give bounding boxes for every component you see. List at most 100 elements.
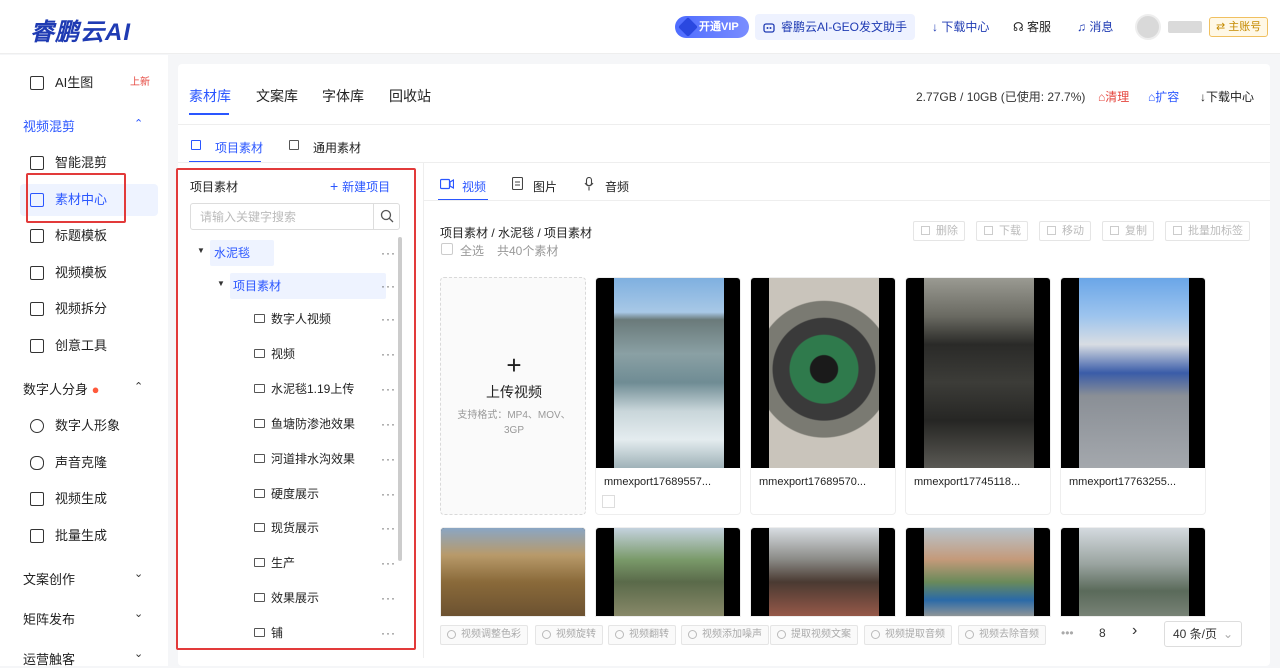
select-all-label[interactable]: 全选 (460, 242, 484, 259)
divider (178, 124, 1270, 125)
tab-common-assets[interactable]: 通用素材 (313, 139, 361, 156)
sidebar-item-digital-avatar[interactable]: 数字人形象 (0, 410, 168, 442)
clip-count-badge: 3 (602, 495, 615, 508)
tool-rotate[interactable]: 视频旋转 (535, 625, 603, 645)
video-thumbnail (1061, 278, 1205, 468)
tool-extract-copy[interactable]: 提取视频文案 (770, 625, 858, 645)
video-thumbnail (1079, 528, 1189, 616)
select-all-checkbox[interactable] (441, 243, 453, 255)
switch-icon: ⇄ (1216, 21, 1229, 33)
avatar[interactable] (1135, 14, 1161, 40)
batch-tag-button[interactable]: 批量加标签 (1165, 221, 1250, 241)
vip-button[interactable]: 开通VIP (675, 16, 749, 38)
upload-hint: 支持格式：MP4、MOV、3GP (457, 410, 571, 436)
logo[interactable]: 睿鹏云AI (30, 12, 131, 47)
message-button[interactable]: ♫ 消息 (1077, 18, 1113, 35)
sidebar-item-title-template[interactable]: 标题模板 (0, 220, 168, 252)
pager-ellipsis[interactable]: ••• (1061, 626, 1074, 640)
chevron-up-icon[interactable]: ⌃ (134, 380, 143, 393)
sidebar-item-video-gen[interactable]: 视频生成 (0, 483, 168, 515)
sidebar-item-batch-gen[interactable]: 批量生成 (0, 520, 168, 552)
video-card[interactable] (750, 527, 896, 617)
mute-icon (965, 630, 974, 639)
delete-button[interactable]: 删除 (913, 221, 965, 241)
copy-icon (1110, 226, 1119, 235)
header-download-button[interactable]: ↓ 下载中心 (932, 18, 989, 35)
tab-project-assets[interactable]: 项目素材 (215, 139, 263, 156)
video-duration: 00:05 (856, 494, 887, 508)
tab-asset-library[interactable]: 素材库 (189, 86, 231, 106)
sidebar-group-video[interactable]: 视频混剪 (23, 116, 75, 135)
chevron-down-icon[interactable]: ⌄ (134, 647, 143, 660)
page-size-select[interactable]: 40 条/页 ⌄ (1164, 621, 1242, 647)
video-card[interactable]: 00:06 mmexport17763255... (1060, 277, 1206, 515)
tab-image[interactable]: 图片 (533, 178, 557, 195)
sidebar-group-ops[interactable]: 运营触客 (23, 649, 75, 668)
download-center-button[interactable]: ↓下载中心 (1200, 88, 1254, 105)
video-card[interactable]: 3 00:23 mmexport17689557... (595, 277, 741, 515)
top-bar: 睿鹏云AI 开通VIP 睿鹏云AI-GEO发文助手 ↓ 下载中心 ☊ 客服 ♫ … (0, 0, 1280, 54)
upload-label: 上传视频 (486, 384, 542, 400)
stack-icon (30, 529, 44, 543)
video-thumbnail (614, 528, 724, 616)
tool-remove-audio[interactable]: 视频去除音频 (958, 625, 1046, 645)
copy-button[interactable]: 复制 (1102, 221, 1154, 241)
video-card[interactable] (1060, 527, 1206, 617)
microphone-icon (584, 177, 594, 191)
video-name: mmexport17763255... (1069, 476, 1177, 488)
upload-video-card[interactable]: + 上传视频 支持格式：MP4、MOV、3GP (440, 277, 586, 515)
pager-next[interactable]: › (1132, 622, 1137, 640)
chevron-down-icon[interactable]: ⌄ (134, 607, 143, 620)
sidebar-item-video-split[interactable]: 视频拆分 (0, 293, 168, 325)
tab-video[interactable]: 视频 (462, 178, 486, 195)
video-thumbnail (596, 278, 740, 468)
tool-flip[interactable]: 视频翻转 (608, 625, 676, 645)
sidebar-group-digital[interactable]: 数字人分身 ● (23, 379, 100, 398)
sidebar-item-video-template[interactable]: 视频模板 (0, 257, 168, 289)
chevron-down-icon[interactable]: ⌄ (134, 567, 143, 580)
tab-font-library[interactable]: 字体库 (322, 86, 364, 106)
tab-underline (189, 113, 229, 115)
tools-icon (30, 339, 44, 353)
video-duration: 00:23 (701, 494, 732, 508)
sidebar-item-creative-tools[interactable]: 创意工具 (0, 330, 168, 362)
grid-icon (289, 140, 299, 150)
trash-icon (921, 226, 930, 235)
clean-button[interactable]: ⌂清理 (1098, 88, 1129, 105)
tab-recycle-bin[interactable]: 回收站 (389, 86, 431, 106)
highlight-box-sidebar (26, 173, 126, 223)
tool-color-adjust[interactable]: 视频调整色彩 (440, 625, 528, 645)
divider (424, 200, 1270, 201)
download-button[interactable]: 下载 (976, 221, 1028, 241)
sidebar-group-matrix[interactable]: 矩阵发布 (23, 609, 75, 628)
video-name: mmexport17745118... (914, 476, 1021, 488)
video-duration: 00:06 (1166, 494, 1197, 508)
sidebar-item-ai-image[interactable]: AI生图 上新 (0, 67, 168, 99)
tool-extract-audio[interactable]: 视频提取音频 (864, 625, 952, 645)
tab-audio[interactable]: 音频 (605, 178, 629, 195)
expand-button[interactable]: ⌂扩容 (1148, 88, 1179, 105)
tab-copy-library[interactable]: 文案库 (256, 86, 298, 106)
tool-add-noise[interactable]: 视频添加噪声 (681, 625, 769, 645)
video-card[interactable] (440, 527, 586, 617)
sidebar-item-voice-clone[interactable]: 声音克隆 (0, 447, 168, 479)
move-button[interactable]: 移动 (1039, 221, 1091, 241)
pager-page[interactable]: 8 (1099, 626, 1106, 640)
main-account-badge[interactable]: ⇄ 主账号 (1209, 17, 1269, 37)
breadcrumb: 项目素材 / 水泥毯 / 项目素材 (440, 226, 593, 240)
layout-icon (30, 266, 44, 280)
download-icon (984, 226, 993, 235)
image-icon (512, 177, 523, 190)
chevron-up-icon[interactable]: ⌃ (134, 117, 143, 130)
video-card[interactable] (905, 527, 1051, 617)
video-card[interactable] (595, 527, 741, 617)
split-icon (30, 302, 44, 316)
tag-icon (1173, 226, 1182, 235)
video-card[interactable]: 00:05 mmexport17689570... (750, 277, 896, 515)
storage-usage: 2.77GB / 10GB (已使用: 27.7%) (916, 90, 1086, 104)
service-button[interactable]: ☊ 客服 (1013, 18, 1051, 35)
text-extract-icon (777, 630, 786, 639)
sidebar-group-copy[interactable]: 文案创作 (23, 569, 75, 588)
geo-assistant-button[interactable]: 睿鹏云AI-GEO发文助手 (755, 14, 916, 40)
video-card[interactable]: 00:17 mmexport17745118... (905, 277, 1051, 515)
